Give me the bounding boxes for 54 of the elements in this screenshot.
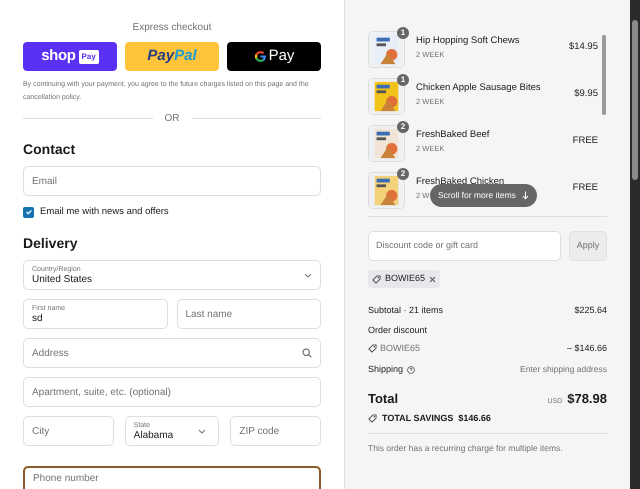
tag-icon bbox=[372, 274, 381, 284]
checkbox[interactable] bbox=[23, 206, 34, 218]
scrollbar[interactable] bbox=[630, 0, 640, 489]
discount-value: – $146.66 bbox=[566, 342, 607, 354]
g-icon bbox=[254, 50, 267, 63]
item-name: FreshBaked Beef bbox=[416, 128, 490, 141]
search-icon bbox=[302, 348, 312, 358]
savings-label: TOTAL SAVINGS bbox=[382, 412, 454, 425]
shipping-label: Shipping bbox=[368, 363, 404, 376]
chevron-icon bbox=[198, 428, 206, 434]
apartment-field[interactable]: Apartment, suite, etc. (optional) bbox=[23, 377, 321, 408]
scroll-hint[interactable]: Scroll for more items bbox=[430, 184, 537, 207]
email-field[interactable]: Email bbox=[23, 166, 321, 196]
savings-value: $146.66 bbox=[458, 412, 491, 425]
checkmark-icon bbox=[24, 208, 32, 216]
section-heading: Contact bbox=[23, 140, 76, 159]
item-price: $9.95 bbox=[574, 87, 599, 102]
discount-field[interactable]: Discount code or gift card bbox=[368, 231, 561, 261]
quantity-badge: 2 bbox=[397, 121, 409, 133]
subtotal-label: Subtotal · 21 items bbox=[368, 304, 444, 316]
address-field[interactable]: Address bbox=[23, 338, 321, 368]
zip-field[interactable]: ZIP code bbox=[230, 416, 322, 446]
item-price: FREE bbox=[572, 181, 599, 196]
item-name: Chicken Apple Sausage Bites bbox=[416, 82, 542, 94]
tag-icon bbox=[368, 344, 377, 353]
discount-code: BOWIE65 bbox=[385, 272, 426, 286]
quantity-badge: 2 bbox=[397, 168, 409, 180]
chevron-icon bbox=[304, 272, 312, 278]
google-pay-button[interactable]: Pay bbox=[227, 42, 321, 71]
close-icon[interactable] bbox=[429, 276, 436, 282]
divider-label: OR bbox=[164, 112, 180, 126]
shop-pay-button[interactable]: shop Pay bbox=[23, 42, 117, 71]
item-name: Hip Hopping Soft Chews bbox=[416, 34, 520, 47]
item-price: $14.95 bbox=[568, 40, 599, 54]
paypal-button[interactable]: PayPal bbox=[125, 42, 219, 71]
discount-label: Order discount bbox=[368, 324, 428, 337]
quantity-badge: 1 bbox=[397, 74, 409, 86]
checkbox-label: Email me with news and offers bbox=[40, 205, 169, 219]
recurring-note: This order has a recurring charge for multiple items. bbox=[368, 442, 564, 454]
city-field[interactable]: City bbox=[23, 416, 114, 446]
discount-code: BOWIE65 bbox=[380, 342, 420, 354]
shipping-value: Enter shipping address bbox=[520, 363, 607, 376]
last-name-field[interactable]: Last name bbox=[176, 299, 321, 330]
section-heading: Delivery bbox=[23, 234, 78, 254]
total-value: $78.98 bbox=[567, 390, 607, 408]
total-label: Total bbox=[368, 390, 398, 408]
apply-button[interactable]: Apply bbox=[569, 231, 607, 261]
phone-field[interactable]: Phone number bbox=[23, 466, 321, 489]
subtotal-value: $225.64 bbox=[574, 304, 607, 316]
arrow-down-icon bbox=[522, 191, 529, 200]
help-icon[interactable] bbox=[407, 366, 416, 374]
section-title: Express checkout bbox=[132, 21, 212, 35]
quantity-badge: 1 bbox=[397, 27, 409, 39]
item-price: FREE bbox=[572, 134, 599, 148]
